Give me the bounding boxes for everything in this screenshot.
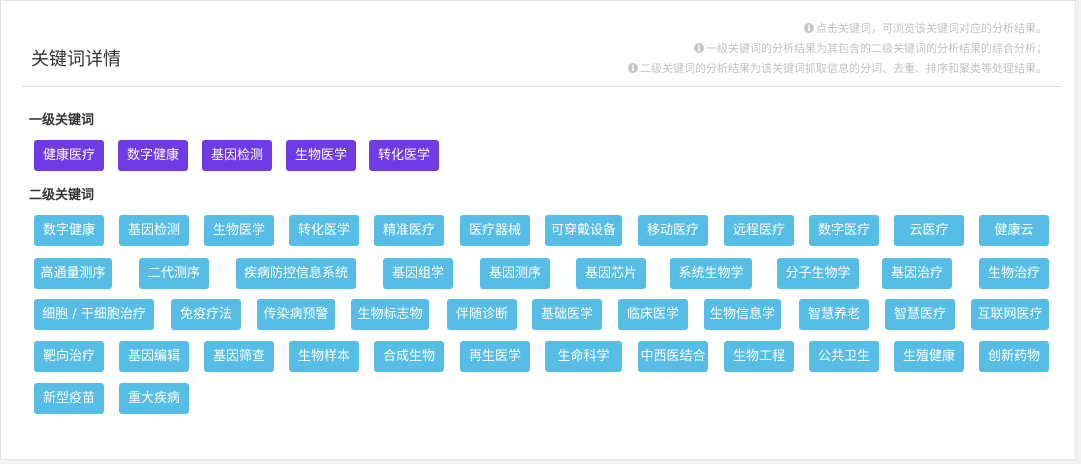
secondary-keyword-button[interactable]: 二代测序: [139, 258, 209, 289]
primary-keyword-button[interactable]: 基因检测: [202, 140, 272, 171]
primary-keywords-label: 一级关键词: [29, 113, 95, 128]
secondary-keyword-button[interactable]: 健康云: [979, 215, 1049, 246]
secondary-keyword-button[interactable]: 合成生物: [374, 341, 444, 372]
secondary-keyword-button[interactable]: 中西医结合: [638, 341, 708, 372]
secondary-keyword-button[interactable]: 基因检测: [119, 215, 189, 246]
secondary-keyword-button[interactable]: 生物样本: [289, 341, 359, 372]
secondary-keyword-button[interactable]: 临床医学: [618, 299, 688, 330]
primary-keyword-button[interactable]: 数字健康: [118, 140, 188, 171]
secondary-keyword-button[interactable]: 分子生物学: [777, 258, 859, 289]
secondary-keyword-button[interactable]: 生物治疗: [979, 258, 1049, 289]
help-note: i 一级关键词的分析结果为其包含的二级关键词的分析结果的综合分析；: [628, 40, 1047, 60]
secondary-keyword-button[interactable]: 靶向治疗: [34, 341, 104, 372]
help-notes: i 点击关键词，可浏览该关键词对应的分析结果。 i 一级关键词的分析结果为其包含的二…: [628, 20, 1047, 80]
secondary-keyword-button[interactable]: 创新药物: [979, 341, 1049, 372]
secondary-keyword-button[interactable]: 生殖健康: [894, 341, 964, 372]
secondary-keyword-button[interactable]: 数字医疗: [809, 215, 879, 246]
secondary-keyword-button[interactable]: 基因组学: [383, 258, 453, 289]
secondary-keyword-button[interactable]: 医疗器械: [460, 215, 530, 246]
secondary-keyword-button[interactable]: 公共卫生: [809, 341, 879, 372]
page-title: 关键词详情: [31, 49, 121, 70]
secondary-keyword-button[interactable]: 再生医学: [460, 341, 530, 372]
secondary-keyword-button[interactable]: 生物信息学: [704, 299, 781, 330]
secondary-keyword-button[interactable]: 可穿戴设备: [545, 215, 622, 246]
secondary-keyword-button[interactable]: 基因筛查: [204, 341, 274, 372]
secondary-keyword-button[interactable]: 移动医疗: [638, 215, 708, 246]
secondary-keyword-button[interactable]: 生命科学: [545, 341, 622, 372]
info-icon: i: [694, 43, 704, 53]
help-note: i 二级关键词的分析结果为该关键词抓取信息的分词、去重、排序和聚类等处理结果。: [628, 60, 1047, 80]
secondary-keyword-button[interactable]: 伴随诊断: [447, 299, 517, 330]
info-icon: i: [628, 63, 638, 73]
primary-keyword-button[interactable]: 生物医学: [286, 140, 356, 171]
secondary-keyword-button[interactable]: 智慧医疗: [885, 299, 955, 330]
secondary-keyword-button[interactable]: 远程医疗: [724, 215, 794, 246]
secondary-keyword-button[interactable]: 生物标志物: [351, 299, 429, 330]
secondary-keyword-button[interactable]: 互联网医疗: [971, 299, 1049, 330]
help-note: i 点击关键词，可浏览该关键词对应的分析结果。: [628, 20, 1047, 40]
secondary-keyword-button[interactable]: 免疫疗法: [171, 299, 241, 330]
secondary-keyword-button[interactable]: 精准医疗: [374, 215, 444, 246]
secondary-keyword-button[interactable]: 基因治疗: [882, 258, 952, 289]
secondary-keyword-button[interactable]: 细胞 / 干细胞治疗: [34, 299, 154, 330]
secondary-keyword-button[interactable]: 基因测序: [480, 258, 550, 289]
secondary-keyword-button[interactable]: 生物医学: [204, 215, 274, 246]
secondary-keyword-button[interactable]: 转化医学: [289, 215, 359, 246]
secondary-keyword-button[interactable]: 智慧养老: [799, 299, 869, 330]
keyword-details-panel: 关键词详情 i 点击关键词，可浏览该关键词对应的分析结果。 i 一级关键词的分析结果…: [0, 0, 1076, 460]
secondary-keyword-button[interactable]: 基因芯片: [576, 258, 646, 289]
secondary-keyword-button[interactable]: 云医疗: [894, 215, 964, 246]
secondary-keyword-button[interactable]: 重大疾病: [119, 383, 189, 414]
info-icon: i: [804, 23, 814, 33]
secondary-keyword-button[interactable]: 疾病防控信息系统: [236, 258, 356, 289]
primary-keyword-button[interactable]: 健康医疗: [34, 140, 104, 171]
secondary-keywords-label: 二级关键词: [29, 188, 95, 203]
secondary-keyword-button[interactable]: 生物工程: [724, 341, 794, 372]
secondary-keyword-button[interactable]: 传染病预警: [257, 299, 335, 330]
secondary-keyword-button[interactable]: 基因编辑: [119, 341, 189, 372]
secondary-keyword-button[interactable]: 基础医学: [532, 299, 602, 330]
secondary-keyword-button[interactable]: 高通量测序: [34, 258, 112, 289]
primary-keyword-button[interactable]: 转化医学: [369, 140, 439, 171]
secondary-keyword-button[interactable]: 数字健康: [34, 215, 104, 246]
secondary-keyword-button[interactable]: 新型疫苗: [34, 383, 104, 414]
panel-header: 关键词详情 i 点击关键词，可浏览该关键词对应的分析结果。 i 一级关键词的分析结果…: [21, 1, 1061, 87]
secondary-keyword-button[interactable]: 系统生物学: [670, 258, 752, 289]
